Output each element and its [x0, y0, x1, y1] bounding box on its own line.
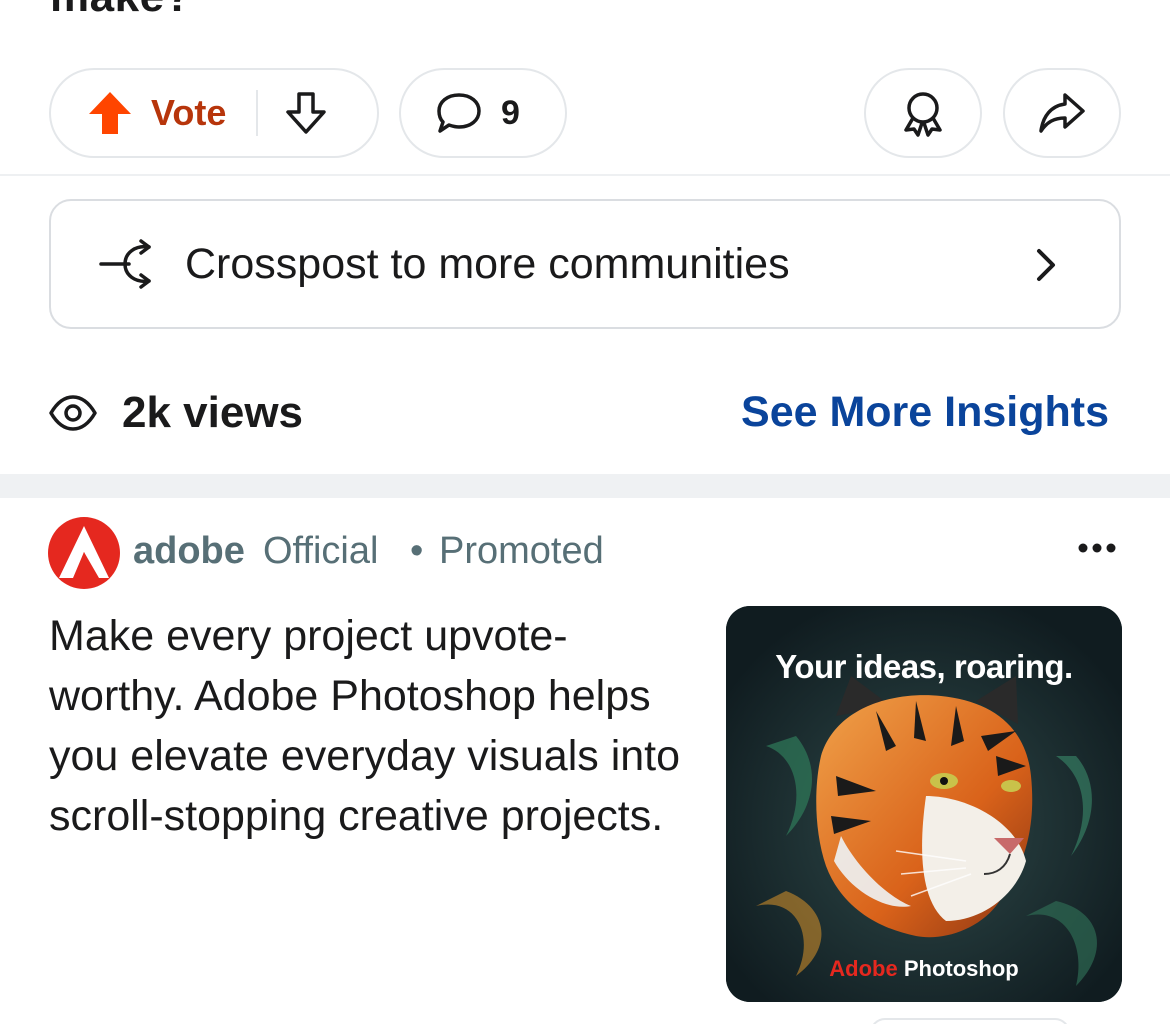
- divider: [0, 174, 1170, 176]
- post-detail-page: make? Vote 9: [0, 0, 1170, 1024]
- more-options-button[interactable]: [1077, 542, 1117, 554]
- crosspost-label: Crosspost to more communities: [185, 239, 790, 288]
- ad-brand-product: Photoshop: [903, 956, 1019, 981]
- ad-image[interactable]: Your ideas, roaring. Adobe Photoshop: [726, 606, 1122, 1002]
- views-row: 2k views See More Insights: [49, 384, 1121, 444]
- vote-label: Vote: [151, 92, 227, 133]
- ad-body-text[interactable]: Make every project upvote-worthy. Adobe …: [49, 606, 689, 846]
- more-dots-icon: [1078, 543, 1116, 553]
- award-button[interactable]: [864, 68, 982, 158]
- ad-cta-button[interactable]: [870, 1018, 1070, 1024]
- see-more-insights-link[interactable]: See More Insights: [741, 388, 1109, 437]
- meta-separator: •: [410, 530, 424, 572]
- downvote-arrow-icon: [286, 92, 327, 134]
- ad-headline: Your ideas, roaring.: [775, 648, 1073, 685]
- ad-brand-adobe: Adobe: [829, 956, 898, 981]
- crosspost-button[interactable]: Crosspost to more communities: [49, 199, 1121, 329]
- vote-divider: [256, 90, 259, 136]
- downvote-button[interactable]: [284, 90, 328, 136]
- views-count: 2k views: [122, 388, 304, 437]
- comment-bubble-icon: [435, 90, 483, 136]
- eye-icon: [49, 395, 97, 431]
- section-separator: [0, 474, 1170, 498]
- award-ribbon-icon: [904, 92, 942, 137]
- comments-button[interactable]: 9: [399, 68, 567, 158]
- comment-count: 9: [501, 93, 520, 132]
- share-arrow-icon: [1039, 93, 1085, 133]
- crosspost-icon: [99, 239, 157, 289]
- share-button[interactable]: [1003, 68, 1121, 158]
- advertiser-name[interactable]: adobe: [133, 530, 245, 573]
- adobe-avatar[interactable]: [47, 516, 121, 590]
- promoted-label: Promoted: [439, 530, 604, 572]
- ad-brand: Adobe Photoshop: [726, 956, 1122, 982]
- upvote-button[interactable]: Vote: [87, 90, 226, 136]
- post-title: make?: [50, 0, 192, 22]
- ad-header: adobe Official • Promoted: [47, 514, 1127, 590]
- chevron-right-icon: [1035, 247, 1057, 283]
- official-label: Official: [263, 530, 379, 572]
- vote-bar: Vote: [49, 68, 379, 158]
- upvote-arrow-icon: [89, 92, 131, 134]
